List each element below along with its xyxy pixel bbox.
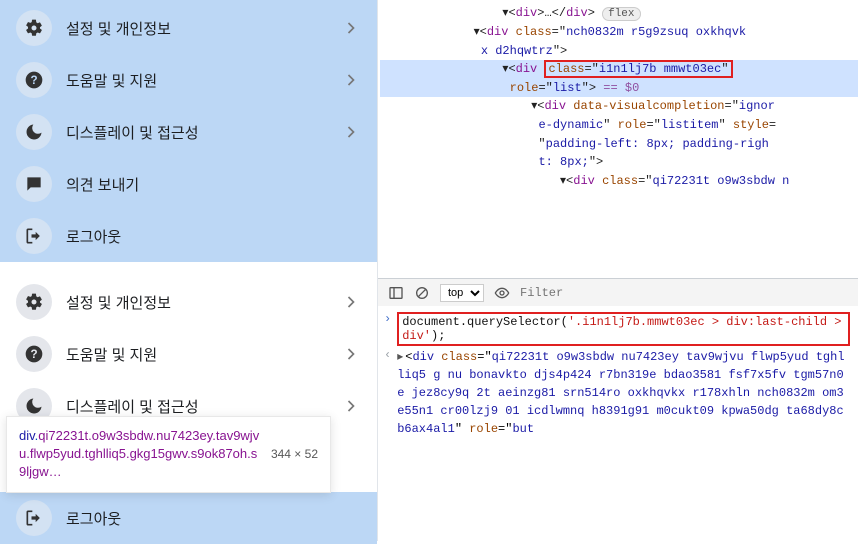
tooltip-dimensions: 344 × 52 [271,446,318,463]
svg-text:?: ? [30,74,37,87]
logout-icon [16,218,52,254]
chevron-right-icon [341,396,361,416]
chevron-right-icon [341,292,361,312]
chevron-right-icon [341,122,361,142]
menu-normal: 설정 및 개인정보 ? 도움말 및 지원 디스플레이 및 접근성 div.qi7… [0,262,377,544]
console-output-row[interactable]: ‹ ▸<div class="qi72231t o9w3sbdw nu7423e… [378,346,858,440]
live-expression-icon[interactable] [494,285,510,301]
menu-highlighted: 설정 및 개인정보 ? 도움말 및 지원 디스플레이 및 접근성 의견 보내기 … [0,0,377,262]
feedback-icon [16,166,52,202]
console-command: document.querySelector('.i1n1lj7b.mmwt03… [397,312,850,346]
chevron-right-icon [341,344,361,364]
menu-item-label: 도움말 및 지원 [66,70,341,91]
menu-item-help[interactable]: ? 도움말 및 지원 [0,328,377,380]
menu-item-label: 디스플레이 및 접근성 [66,396,341,417]
svg-text:?: ? [30,348,37,361]
context-selector[interactable]: top [440,284,484,302]
logout-icon [16,500,52,536]
devtools-elements-panel[interactable]: ▾<div>…</div> flex ▾<div class="nch0832m… [378,0,858,278]
menu-item-help[interactable]: ? 도움말 및 지원 [0,54,377,106]
console-prompt-icon: › [378,312,397,346]
menu-item-settings[interactable]: 설정 및 개인정보 [0,276,377,328]
menu-item-settings[interactable]: 설정 및 개인정보 [0,2,377,54]
element-tooltip: div.qi72231t.o9w3sbdw.nu7423ey.tav9wjvu.… [6,416,331,493]
console-sidebar-toggle-icon[interactable] [388,285,404,301]
gear-icon [16,284,52,320]
menu-item-display[interactable]: 디스플레이 및 접근성 [0,106,377,158]
clear-console-icon[interactable] [414,285,430,301]
gear-icon [16,10,52,46]
console-output-icon: ‹ [378,348,397,438]
menu-item-label: 도움말 및 지원 [66,344,341,365]
menu-item-feedback[interactable]: 의견 보내기 [0,158,377,210]
menu-item-label: 의견 보내기 [66,174,361,195]
question-icon: ? [16,62,52,98]
console-body[interactable]: › document.querySelector('.i1n1lj7b.mmwt… [378,306,858,541]
menu-item-label: 설정 및 개인정보 [66,18,341,39]
menu-item-label: 로그아웃 [66,226,361,247]
tooltip-tag: div [19,428,35,443]
menu-item-logout[interactable]: 로그아웃 [0,492,377,544]
menu-item-label: 로그아웃 [66,508,361,529]
console-toolbar: top [378,278,858,306]
chevron-right-icon [341,70,361,90]
question-icon: ? [16,336,52,372]
menu-item-label: 디스플레이 및 접근성 [66,122,341,143]
menu-item-logout[interactable]: 로그아웃 [0,210,377,262]
menu-item-label: 설정 및 개인정보 [66,292,341,313]
console-filter-input[interactable] [520,286,848,300]
console-command-row: › document.querySelector('.i1n1lj7b.mmwt… [378,312,858,346]
moon-icon [16,114,52,150]
tooltip-classes: qi72231t.o9w3sbdw.nu7423ey.tav9wjvu.flwp… [19,428,259,479]
chevron-right-icon [341,18,361,38]
